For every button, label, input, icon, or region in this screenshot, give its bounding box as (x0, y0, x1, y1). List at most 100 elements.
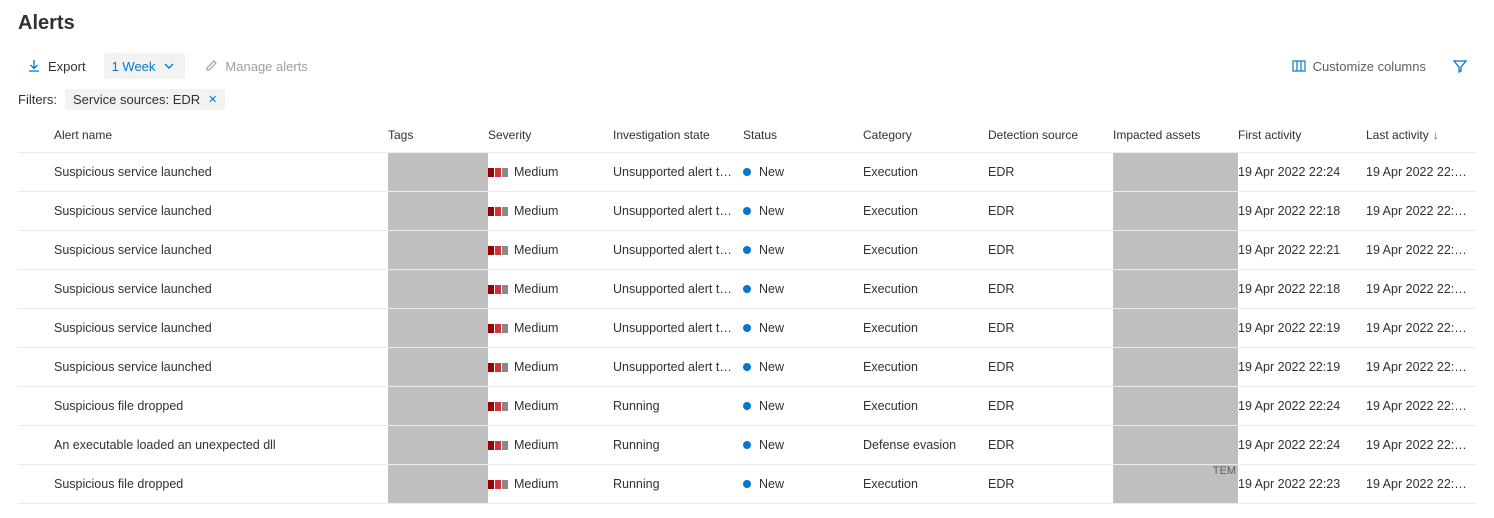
cell-alert-name: Suspicious service launched (18, 243, 388, 257)
col-detection-source[interactable]: Detection source (988, 128, 1113, 142)
cell-impacted-assets (1113, 387, 1238, 425)
cell-last-activity: 19 Apr 2022 22:23 (1366, 477, 1476, 491)
filter-chip-remove-icon[interactable]: ✕ (208, 93, 217, 106)
cell-detection-source: EDR (988, 477, 1113, 491)
filter-chip-service-sources[interactable]: Service sources: EDR ✕ (65, 89, 225, 110)
cell-severity: Medium (488, 282, 613, 296)
cell-detection-source: EDR (988, 204, 1113, 218)
sort-down-icon: ↓ (1433, 128, 1439, 142)
grid-header: Alert name Tags Severity Investigation s… (18, 120, 1476, 153)
status-label: New (759, 438, 784, 452)
table-row[interactable]: Suspicious file droppedMediumRunningNewE… (18, 465, 1476, 504)
table-row[interactable]: An executable loaded an unexpected dll Me… (18, 426, 1476, 465)
status-label: New (759, 321, 784, 335)
cell-last-activity: 19 Apr 2022 22:26 (1366, 243, 1476, 257)
export-button[interactable]: Export (18, 53, 94, 79)
col-status[interactable]: Status (743, 128, 863, 142)
cell-investigation: Unsupported alert type (613, 165, 743, 179)
chevron-down-icon (161, 58, 177, 74)
table-row[interactable]: Suspicious file droppedMediumRunningNewE… (18, 387, 1476, 426)
cell-investigation: Unsupported alert type (613, 360, 743, 374)
cell-detection-source: EDR (988, 165, 1113, 179)
cell-detection-source: EDR (988, 360, 1113, 374)
filters-row: Filters: Service sources: EDR ✕ (18, 89, 1476, 110)
col-tags[interactable]: Tags (388, 128, 488, 142)
col-severity[interactable]: Severity (488, 128, 613, 142)
cell-status: New (743, 321, 863, 335)
cell-first-activity: 19 Apr 2022 22:24 (1238, 399, 1366, 413)
download-icon (26, 58, 42, 74)
cell-alert-name: An executable loaded an unexpected dll (18, 438, 388, 452)
cell-status: New (743, 438, 863, 452)
cell-investigation: Unsupported alert type (613, 204, 743, 218)
cell-severity: Medium (488, 438, 613, 452)
cell-impacted-assets (1113, 348, 1238, 386)
cell-tags (388, 309, 488, 347)
manage-alerts-button[interactable]: Manage alerts (195, 53, 315, 79)
cell-alert-name: Suspicious file dropped (18, 477, 388, 491)
cell-alert-name: Suspicious service launched (18, 165, 388, 179)
cell-detection-source: EDR (988, 399, 1113, 413)
col-first-activity[interactable]: First activity (1238, 128, 1366, 142)
cell-first-activity: 19 Apr 2022 22:18 (1238, 282, 1366, 296)
cell-first-activity: 19 Apr 2022 22:19 (1238, 360, 1366, 374)
filter-icon (1452, 58, 1468, 74)
cell-alert-name: Suspicious service launched (18, 360, 388, 374)
cell-alert-name: Suspicious service launched (18, 282, 388, 296)
cell-tags (388, 192, 488, 230)
cell-impacted-assets (1113, 426, 1238, 464)
table-row[interactable]: Suspicious service launchedMediumUnsuppo… (18, 231, 1476, 270)
cell-status: New (743, 399, 863, 413)
severity-bars-icon (488, 363, 508, 372)
cell-category: Execution (863, 204, 988, 218)
cell-severity: Medium (488, 399, 613, 413)
table-row[interactable]: Suspicious service launchedMediumUnsuppo… (18, 309, 1476, 348)
cell-tags (388, 270, 488, 308)
cell-last-activity: 19 Apr 2022 22:25 (1366, 321, 1476, 335)
cell-investigation: Running (613, 399, 743, 413)
severity-label: Medium (514, 321, 558, 335)
severity-label: Medium (514, 243, 558, 257)
table-row[interactable]: Suspicious service launchedMediumUnsuppo… (18, 153, 1476, 192)
cell-first-activity: 19 Apr 2022 22:23 (1238, 477, 1366, 491)
cell-last-activity: 19 Apr 2022 22:25 (1366, 360, 1476, 374)
cell-status: New (743, 477, 863, 491)
status-dot-icon (743, 285, 751, 293)
cell-severity: Medium (488, 477, 613, 491)
status-label: New (759, 282, 784, 296)
cell-status: New (743, 243, 863, 257)
col-last-activity[interactable]: Last activity ↓ (1366, 128, 1476, 142)
status-dot-icon (743, 207, 751, 215)
filter-button[interactable] (1444, 53, 1476, 79)
status-label: New (759, 360, 784, 374)
status-dot-icon (743, 324, 751, 332)
cell-first-activity: 19 Apr 2022 22:24 (1238, 165, 1366, 179)
status-dot-icon (743, 480, 751, 488)
cell-tags (388, 153, 488, 191)
cell-first-activity: 19 Apr 2022 22:19 (1238, 321, 1366, 335)
columns-icon (1291, 58, 1307, 74)
status-dot-icon (743, 168, 751, 176)
col-impacted-assets[interactable]: Impacted assets (1113, 128, 1238, 142)
col-last-activity-label: Last activity (1366, 128, 1429, 142)
col-alert-name[interactable]: Alert name (18, 128, 388, 142)
status-label: New (759, 243, 784, 257)
severity-label: Medium (514, 282, 558, 296)
cell-impacted-assets: TEM (1113, 465, 1238, 503)
status-label: New (759, 477, 784, 491)
col-category[interactable]: Category (863, 128, 988, 142)
cell-status: New (743, 165, 863, 179)
severity-bars-icon (488, 246, 508, 255)
customize-columns-button[interactable]: Customize columns (1283, 53, 1434, 79)
cell-category: Execution (863, 243, 988, 257)
table-row[interactable]: Suspicious service launchedMediumUnsuppo… (18, 270, 1476, 309)
status-dot-icon (743, 402, 751, 410)
cell-severity: Medium (488, 243, 613, 257)
cell-impacted-assets (1113, 153, 1238, 191)
severity-label: Medium (514, 204, 558, 218)
table-row[interactable]: Suspicious service launchedMediumUnsuppo… (18, 192, 1476, 231)
table-row[interactable]: Suspicious service launchedMediumUnsuppo… (18, 348, 1476, 387)
col-investigation[interactable]: Investigation state (613, 128, 743, 142)
time-range-button[interactable]: 1 Week (104, 53, 186, 79)
severity-bars-icon (488, 402, 508, 411)
